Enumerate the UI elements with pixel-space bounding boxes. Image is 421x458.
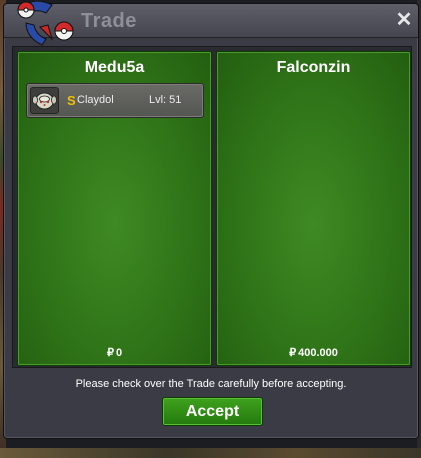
money-offer: ₽400.000 [217, 346, 410, 359]
game-background-bottom [0, 448, 421, 458]
money-amount: 400.000 [298, 347, 338, 359]
trade-notice: Please check over the Trade carefully be… [75, 378, 347, 390]
claydol-icon [30, 87, 59, 114]
partner-trade-panel: Falconzin ₽400.000 [216, 51, 411, 366]
player-name: Falconzin [276, 59, 351, 76]
pokedollar-icon: ₽ [289, 347, 297, 359]
window-title: Trade [81, 10, 137, 32]
trade-window: Trade ✕ Medu5a S Claydol Lvl: 51 ₽ 0 Fal… [3, 1, 419, 439]
my-trade-panel: Medu5a S Claydol Lvl: 51 ₽ 0 [17, 51, 212, 366]
trade-panels: Medu5a S Claydol Lvl: 51 ₽ 0 Falconzin ₽… [12, 46, 412, 368]
money-amount: 0 [115, 347, 123, 359]
accept-button[interactable]: Accept [162, 397, 263, 426]
pokeball-logo-icon [17, 1, 74, 46]
item-level: Lvl: 51 [149, 94, 182, 106]
player-name: Medu5a [84, 59, 145, 76]
item-name: Claydol [77, 94, 114, 106]
pokedollar-icon: ₽ [106, 347, 114, 359]
close-button[interactable]: ✕ [394, 10, 414, 30]
shiny-marker: S [67, 93, 76, 108]
money-offer: ₽0 [18, 346, 211, 359]
trade-item-slot[interactable]: S Claydol Lvl: 51 [26, 83, 204, 118]
